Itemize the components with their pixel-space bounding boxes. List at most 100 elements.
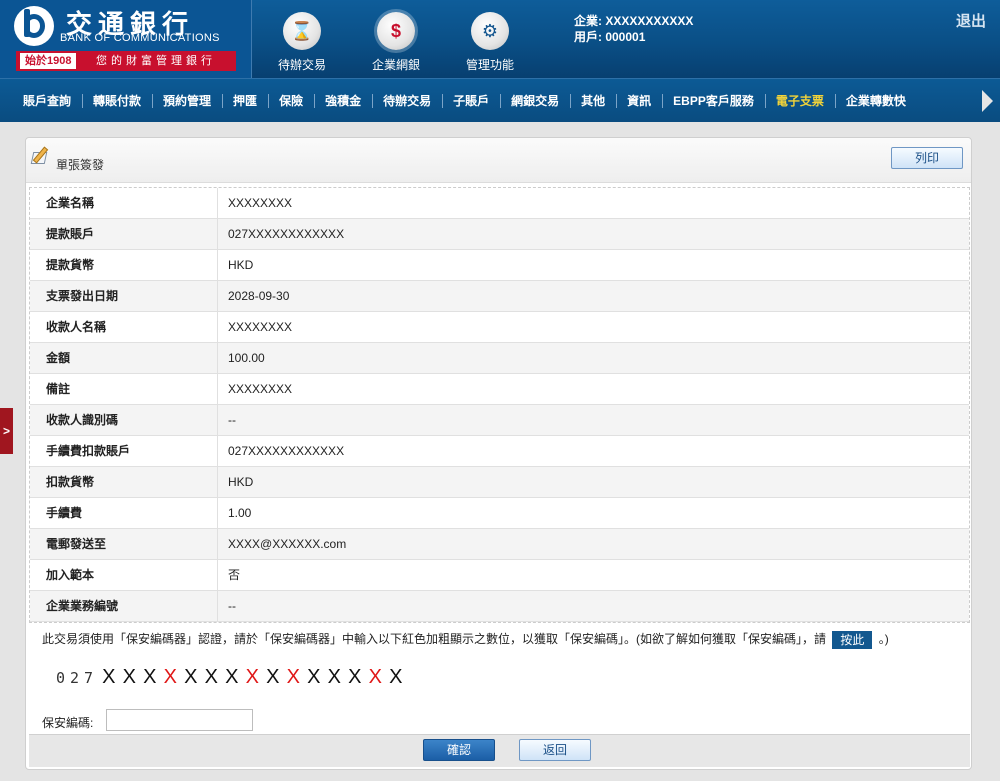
menu-item-5[interactable]: 強積金 bbox=[314, 79, 372, 123]
side-panel-toggle[interactable]: > bbox=[0, 408, 13, 454]
user-info: 企業: XXXXXXXXXXX 用戶: 000001 bbox=[574, 13, 693, 45]
detail-row: 扣款貨幣 HKD bbox=[30, 467, 969, 498]
token-digit: X bbox=[102, 666, 116, 688]
bank-since-badge: 始於1908 bbox=[20, 53, 77, 69]
detail-value: XXXXXXXX bbox=[228, 196, 293, 210]
cheque-detail-table: 企業名稱 XXXXXXXX 提款賬戶 027XXXXXXXXXXXX 提款貨幣 HKD 支票… bbox=[29, 187, 970, 623]
token-digit: X bbox=[266, 666, 280, 688]
hourglass-icon: ⌛ bbox=[283, 12, 321, 50]
menu-item-13[interactable]: 企業轉數快 bbox=[834, 79, 917, 123]
bank-logo[interactable]: 交通銀行 BANK OF COMMUNICATIONS 始於1908 您的財富管… bbox=[0, 0, 252, 78]
token-digit: X bbox=[122, 666, 136, 688]
menu-scroll-right-icon[interactable] bbox=[982, 90, 993, 112]
user-id: 用戶: 000001 bbox=[574, 30, 646, 44]
detail-label: 電郵發送至 bbox=[30, 529, 218, 559]
token-digit-highlighted: X bbox=[286, 666, 300, 688]
menu-item-12[interactable]: 電子支票 bbox=[764, 79, 835, 123]
detail-row: 收款人名稱 XXXXXXXX bbox=[30, 312, 969, 343]
detail-value: HKD bbox=[228, 475, 254, 489]
detail-value: -- bbox=[228, 413, 236, 427]
cheque-issue-panel: 單張簽發 列印 企業名稱 XXXXXXXX 提款賬戶 027XXXXXXXXXXXX 提… bbox=[25, 137, 972, 770]
detail-label: 加入範本 bbox=[30, 560, 218, 590]
detail-value: 100.00 bbox=[228, 351, 265, 365]
detail-label: 企業名稱 bbox=[30, 188, 218, 218]
menu-item-3[interactable]: 押匯 bbox=[222, 79, 268, 123]
menu-item-6[interactable]: 待辦交易 bbox=[372, 79, 442, 123]
bank-logo-mark-icon bbox=[14, 6, 54, 46]
nav-corporate-banking-label: 企業網銀 bbox=[371, 58, 420, 72]
detail-value: 027XXXXXXXXXXXX bbox=[228, 227, 345, 241]
detail-row: 手續費 1.00 bbox=[30, 498, 969, 529]
nav-management[interactable]: ⚙ 管理功能 bbox=[450, 12, 530, 73]
detail-value: 2028-09-30 bbox=[228, 289, 290, 303]
menu-item-10[interactable]: 資訊 bbox=[616, 79, 662, 123]
nav-pending-transactions[interactable]: ⌛ 待辦交易 bbox=[262, 12, 342, 73]
token-digit: X bbox=[225, 666, 239, 688]
detail-value: XXXXXXXX bbox=[228, 382, 293, 396]
detail-label: 備註 bbox=[30, 374, 218, 404]
token-digit: X bbox=[184, 666, 198, 688]
token-digit: X bbox=[143, 666, 157, 688]
security-token-digits: 027 X X X X X X X X X X X X X X X bbox=[56, 666, 410, 689]
security-code-label: 保安編碼: bbox=[42, 716, 94, 730]
bank-slogan: 您的財富管理銀行 bbox=[96, 55, 216, 67]
menu-item-7[interactable]: 子賬戶 bbox=[442, 79, 500, 123]
token-digit: X bbox=[389, 666, 403, 688]
menu-item-9[interactable]: 其他 bbox=[570, 79, 616, 123]
main-menu-list: 賬戶查詢 轉賬付款 預約管理 押匯 保險 強積金 待辦交易 子賬戶 網銀交易 其他 資訊 EBPP客戶… bbox=[12, 79, 984, 123]
detail-row: 備註 XXXXXXXX bbox=[30, 374, 969, 405]
bank-slogan-bar: 始於1908 您的財富管理銀行 bbox=[16, 51, 236, 71]
detail-row: 收款人識別碼 -- bbox=[30, 405, 969, 436]
page-title: 單張簽發 bbox=[56, 158, 105, 172]
token-digit-highlighted: X bbox=[368, 666, 382, 688]
menu-item-8[interactable]: 網銀交易 bbox=[500, 79, 570, 123]
detail-row: 加入範本否 bbox=[30, 560, 969, 591]
menu-item-2[interactable]: 預約管理 bbox=[152, 79, 222, 123]
token-prefix: 027 bbox=[56, 669, 99, 687]
detail-label: 收款人識別碼 bbox=[30, 405, 218, 435]
panel-header: 單張簽發 列印 bbox=[26, 138, 971, 183]
logout-link[interactable]: 退出 bbox=[956, 10, 986, 31]
menu-item-1[interactable]: 轉賬付款 bbox=[82, 79, 152, 123]
main-menu-bar: 賬戶查詢 轉賬付款 預約管理 押匯 保險 強積金 待辦交易 子賬戶 網銀交易 其他 資訊 EBPP客戶… bbox=[0, 78, 1000, 122]
security-notice-end: 。) bbox=[878, 632, 889, 646]
detail-row: 企業業務編號 -- bbox=[30, 591, 969, 622]
menu-item-11[interactable]: EBPP客戶服務 bbox=[662, 79, 765, 123]
print-button[interactable]: 列印 bbox=[891, 147, 963, 169]
how-to-get-code-button[interactable]: 按此 bbox=[832, 630, 873, 649]
detail-row: 金額 100.00 bbox=[30, 343, 969, 374]
company-name: 企業: XXXXXXXXXXX bbox=[574, 14, 694, 28]
detail-label: 支票發出日期 bbox=[30, 281, 218, 311]
token-digit: X bbox=[204, 666, 218, 688]
detail-row: 提款貨幣 HKD bbox=[30, 250, 969, 281]
detail-value: 否 bbox=[228, 568, 241, 582]
detail-row: 支票發出日期 2028-09-30 bbox=[30, 281, 969, 312]
token-digit: X bbox=[307, 666, 321, 688]
security-notice-text: 此交易須使用「保安編碼器」認證，請於「保安編碼器」中輸入以下紅色加粗顯示之數位，… bbox=[42, 632, 827, 646]
menu-item-0[interactable]: 賬戶查詢 bbox=[12, 79, 82, 123]
detail-label: 手續費扣款賬戶 bbox=[30, 436, 218, 466]
nav-corporate-banking[interactable]: $ 企業網銀 bbox=[356, 12, 436, 73]
menu-item-4[interactable]: 保險 bbox=[268, 79, 314, 123]
monitor-dollar-icon: $ bbox=[377, 12, 415, 50]
gears-icon: ⚙ bbox=[471, 12, 509, 50]
detail-label: 手續費 bbox=[30, 498, 218, 528]
detail-row: 手續費扣款賬戶 027XXXXXXXXXXXX bbox=[30, 436, 969, 467]
detail-value: XXXXXXXX bbox=[228, 320, 293, 334]
token-digit: X bbox=[348, 666, 362, 688]
detail-row: 電郵發送至 XXXX@XXXXXX.com bbox=[30, 529, 969, 560]
nav-pending-transactions-label: 待辦交易 bbox=[277, 58, 326, 72]
token-digit: X bbox=[327, 666, 341, 688]
nav-management-label: 管理功能 bbox=[465, 58, 514, 72]
detail-label: 企業業務編號 bbox=[30, 591, 218, 621]
token-digit-highlighted: X bbox=[163, 666, 177, 688]
detail-label: 收款人名稱 bbox=[30, 312, 218, 342]
security-notice: 此交易須使用「保安編碼器」認證，請於「保安編碼器」中輸入以下紅色加粗顯示之數位，… bbox=[42, 630, 889, 649]
detail-label: 扣款貨幣 bbox=[30, 467, 218, 497]
back-button[interactable]: 返回 bbox=[519, 739, 591, 761]
detail-row: 企業名稱 XXXXXXXX bbox=[30, 188, 969, 219]
detail-value: HKD bbox=[228, 258, 254, 272]
token-digit-highlighted: X bbox=[245, 666, 259, 688]
security-code-input[interactable] bbox=[106, 709, 253, 731]
confirm-button[interactable]: 確認 bbox=[423, 739, 495, 761]
